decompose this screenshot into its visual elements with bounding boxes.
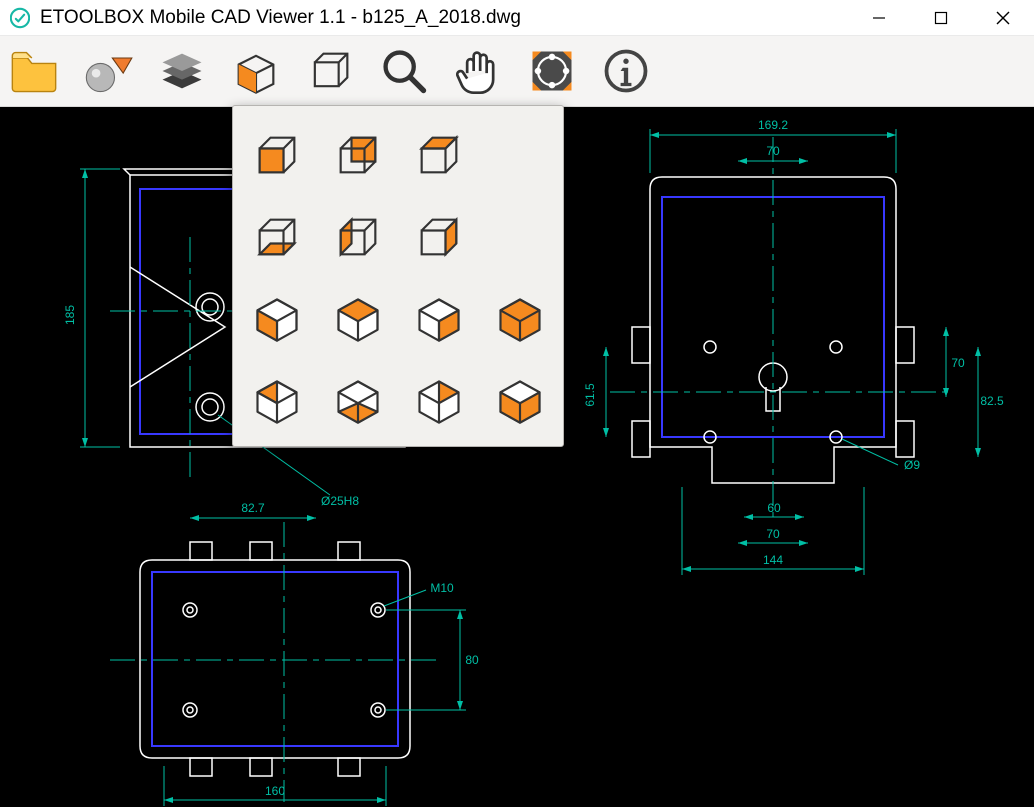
info-button[interactable] (596, 41, 656, 101)
close-button[interactable] (972, 0, 1034, 35)
dim-label: 70 (766, 144, 780, 158)
render-mode-button[interactable] (78, 41, 138, 101)
iso-views-popup (232, 105, 564, 447)
cube-wire-icon (304, 45, 356, 97)
dim-label: Ø9 (904, 458, 920, 472)
titlebar: ETOOLBOX Mobile CAD Viewer 1.1 - b125_A_… (0, 0, 1034, 36)
dim-label: 169.2 (758, 118, 788, 132)
view-iso-nw[interactable] (239, 280, 314, 358)
dim-label: 60 (767, 501, 781, 515)
view-iso-full[interactable] (482, 280, 557, 358)
orbit-button[interactable] (522, 41, 582, 101)
open-file-button[interactable] (4, 41, 64, 101)
maximize-button[interactable] (910, 0, 972, 35)
dim-label: 80 (465, 653, 479, 667)
orbit-icon (526, 45, 578, 97)
layers-icon (156, 45, 208, 97)
view-iso-se[interactable] (401, 362, 476, 440)
dim-label: M10 (430, 581, 454, 595)
view-iso-n[interactable] (320, 280, 395, 358)
window-title: ETOOLBOX Mobile CAD Viewer 1.1 - b125_A_… (40, 7, 521, 29)
info-icon (600, 45, 652, 97)
toolbar (0, 36, 1034, 107)
layers-button[interactable] (152, 41, 212, 101)
view-option-top[interactable] (401, 116, 476, 194)
3d-view-button[interactable] (226, 41, 286, 101)
zoom-button[interactable] (374, 41, 434, 101)
folder-icon (8, 45, 60, 97)
view-iso-ne[interactable] (401, 280, 476, 358)
view-option-front[interactable] (239, 116, 314, 194)
dim-label: 82.5 (980, 394, 1004, 408)
view-option-back[interactable] (320, 116, 395, 194)
view-option-left[interactable] (320, 198, 395, 276)
hand-icon (452, 45, 504, 97)
view-option-bottom[interactable] (239, 198, 314, 276)
sphere-icon (82, 45, 134, 97)
dim-label: 144 (763, 553, 783, 567)
magnifier-icon (378, 45, 430, 97)
view-iso-sw[interactable] (239, 362, 314, 440)
dim-label: 160 (265, 784, 285, 798)
view-iso-e[interactable] (482, 362, 557, 440)
cube-solid-icon (230, 45, 282, 97)
dim-label: 185 (63, 305, 77, 325)
dim-label: 82.7 (241, 501, 265, 515)
pan-button[interactable] (448, 41, 508, 101)
iso-views-button[interactable] (300, 41, 360, 101)
dim-label: Ø25H8 (321, 494, 359, 508)
dim-label: 70 (951, 356, 965, 370)
dim-label: 70 (766, 527, 780, 541)
view-option-right[interactable] (401, 198, 476, 276)
minimize-button[interactable] (848, 0, 910, 35)
view-iso-s[interactable] (320, 362, 395, 440)
app-icon (10, 8, 30, 28)
dim-label: 61.5 (583, 383, 597, 407)
